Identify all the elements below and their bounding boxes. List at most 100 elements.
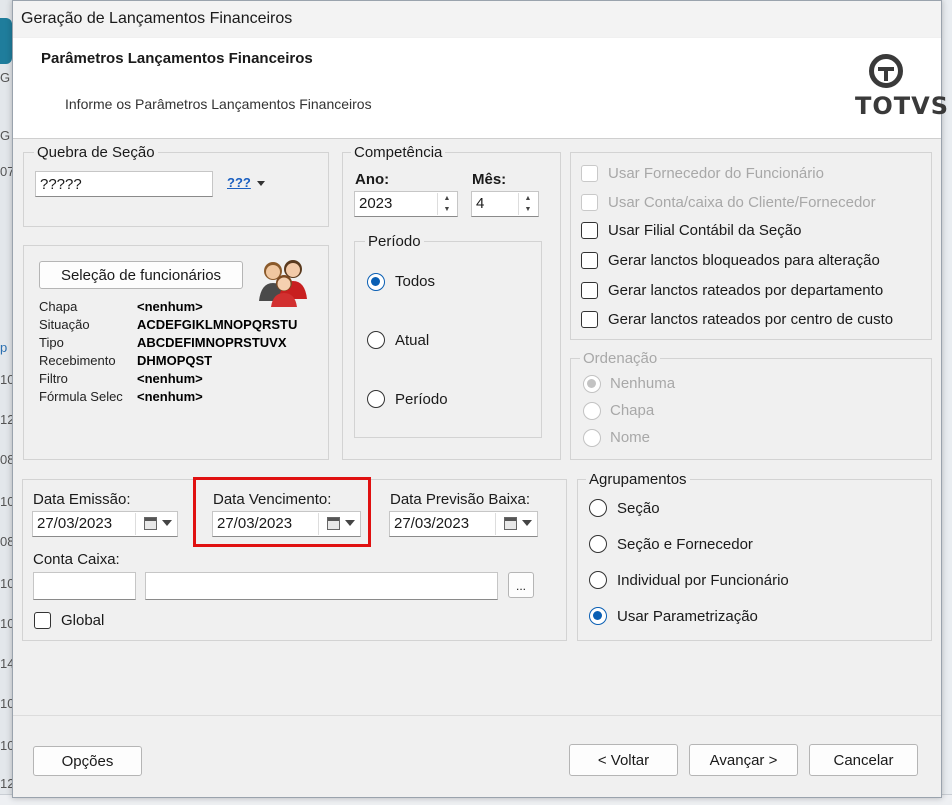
data-vencimento-label: Data Vencimento: [213, 491, 332, 508]
summary-value: ACDEFGIKLMNOPQRSTU [137, 317, 298, 332]
competencia-label: Competência [351, 144, 446, 161]
calendar-icon [327, 517, 340, 530]
title-bar: Geração de Lançamentos Financeiros [13, 1, 941, 37]
checkbox-filial-contabil-label: Usar Filial Contábil da Seção [608, 222, 802, 239]
opcoes-button[interactable]: Opções [33, 746, 142, 776]
radio-secao[interactable] [589, 499, 607, 517]
data-emissao-label: Data Emissão: [33, 491, 131, 508]
checkbox-usar-fornecedor-label: Usar Fornecedor do Funcionário [608, 165, 824, 182]
avancar-button[interactable]: Avançar > [689, 744, 798, 776]
data-vencimento-value: 27/03/2023 [217, 515, 293, 532]
spin-up-icon[interactable]: ▲ [438, 193, 456, 204]
summary-value: ABCDEFIMNOPRSTUVX [137, 335, 287, 350]
calendar-icon [144, 517, 157, 530]
background-tab-indicator [0, 18, 12, 64]
logo-text: TOTVS [855, 92, 950, 120]
summary-label: Tipo [39, 335, 64, 350]
quebra-secao-input[interactable] [35, 171, 213, 197]
checkbox-global[interactable] [34, 612, 51, 629]
spin-down-icon[interactable]: ▼ [438, 204, 456, 215]
data-emissao-value: 27/03/2023 [37, 515, 113, 532]
spin-down-icon[interactable]: ▼ [519, 204, 537, 215]
checkbox-rateados-departamento-label: Gerar lanctos rateados por departamento [608, 282, 884, 299]
wizard-header: Parâmetros Lançamentos Financeiros Infor… [13, 38, 950, 139]
wizard-window: Geração de Lançamentos Financeiros Parâm… [12, 0, 950, 798]
summary-value: <nenhum> [137, 389, 203, 404]
chevron-down-icon [345, 520, 355, 526]
lookup-button[interactable]: ??? [227, 174, 267, 194]
summary-label: Situação [39, 317, 90, 332]
conta-caixa-code-input[interactable] [33, 572, 136, 600]
spin-up-icon[interactable]: ▲ [519, 193, 537, 204]
chevron-down-icon [522, 520, 532, 526]
quebra-secao-label: Quebra de Seção [34, 144, 158, 161]
mes-spin-buttons[interactable]: ▲ ▼ [518, 193, 537, 215]
data-previsao-value: 27/03/2023 [394, 515, 470, 532]
radio-individual-label: Individual por Funcionário [617, 572, 789, 589]
summary-label: Recebimento [39, 353, 116, 368]
page-subtitle: Informe os Parâmetros Lançamentos Financ… [65, 96, 372, 112]
radio-secao-fornecedor[interactable] [589, 535, 607, 553]
radio-chapa-label: Chapa [610, 402, 655, 419]
mes-stepper[interactable]: 4 ▲ ▼ [471, 191, 539, 217]
summary-value: DHMOPQST [137, 353, 213, 368]
totvs-logo: TOTVS [855, 54, 950, 120]
mes-label: Mês: [472, 171, 507, 188]
radio-usar-parametrizacao[interactable] [589, 607, 607, 625]
radio-todos-label: Todos [395, 273, 436, 290]
radio-nenhuma[interactable] [583, 375, 601, 393]
conta-caixa-desc-input[interactable] [145, 572, 498, 600]
radio-nenhuma-label: Nenhuma [610, 375, 676, 392]
voltar-button[interactable]: < Voltar [569, 744, 678, 776]
summary-label: Chapa [39, 299, 78, 314]
checkbox-lanctos-bloqueados[interactable] [581, 252, 598, 269]
chevron-down-icon [162, 520, 172, 526]
page-title: Parâmetros Lançamentos Financeiros [41, 50, 313, 67]
checkbox-usar-fornecedor[interactable] [581, 165, 598, 182]
conta-caixa-lookup-button[interactable]: ... [508, 572, 534, 598]
calendar-icon [504, 517, 517, 530]
lookup-icon: ??? [227, 175, 251, 190]
radio-nome-label: Nome [610, 429, 651, 446]
checkbox-rateados-centro-custo-label: Gerar lanctos rateados por centro de cus… [608, 311, 894, 328]
bg-fragment: G [0, 70, 11, 85]
ano-spin-buttons[interactable]: ▲ ▼ [437, 193, 456, 215]
checkbox-global-label: Global [61, 612, 105, 629]
agrupamentos-label: Agrupamentos [586, 471, 690, 488]
radio-periodo[interactable] [367, 390, 385, 408]
ano-stepper[interactable]: 2023 ▲ ▼ [354, 191, 458, 217]
cancelar-button[interactable]: Cancelar [809, 744, 918, 776]
checkbox-rateados-departamento[interactable] [581, 282, 598, 299]
radio-usar-parametrizacao-label: Usar Parametrização [617, 608, 758, 625]
summary-value: <nenhum> [137, 299, 203, 314]
checkbox-filial-contabil[interactable] [581, 222, 598, 239]
summary-value: <nenhum> [137, 371, 203, 386]
footer-divider [13, 715, 941, 716]
ordenacao-label: Ordenação [580, 350, 661, 367]
data-emissao-field[interactable]: 27/03/2023 [32, 511, 178, 537]
checkbox-rateados-centro-custo[interactable] [581, 311, 598, 328]
window-title: Geração de Lançamentos Financeiros [21, 10, 293, 27]
chevron-down-icon [257, 181, 265, 186]
data-previsao-label: Data Previsão Baixa: [390, 491, 531, 508]
summary-label: Fórmula Selec [39, 389, 123, 404]
radio-secao-fornecedor-label: Seção e Fornecedor [617, 536, 753, 553]
bg-fragment: G [0, 128, 11, 143]
radio-nome[interactable] [583, 429, 601, 447]
checkbox-usar-conta-caixa[interactable] [581, 194, 598, 211]
selecao-funcionarios-button[interactable]: Seleção de funcionários [39, 261, 243, 289]
data-previsao-field[interactable]: 27/03/2023 [389, 511, 538, 537]
bg-fragment: p [0, 340, 8, 355]
mes-value: 4 [476, 195, 485, 212]
radio-atual[interactable] [367, 331, 385, 349]
checkbox-lanctos-bloqueados-label: Gerar lanctos bloqueados para alteração [608, 252, 880, 269]
radio-todos[interactable] [367, 273, 385, 291]
data-emissao-calendar-button[interactable] [135, 513, 176, 535]
conta-caixa-label: Conta Caixa: [33, 551, 120, 568]
data-vencimento-field[interactable]: 27/03/2023 [212, 511, 361, 537]
data-vencimento-calendar-button[interactable] [318, 513, 359, 535]
radio-chapa[interactable] [583, 402, 601, 420]
radio-atual-label: Atual [395, 332, 430, 349]
radio-individual[interactable] [589, 571, 607, 589]
data-previsao-calendar-button[interactable] [495, 513, 536, 535]
